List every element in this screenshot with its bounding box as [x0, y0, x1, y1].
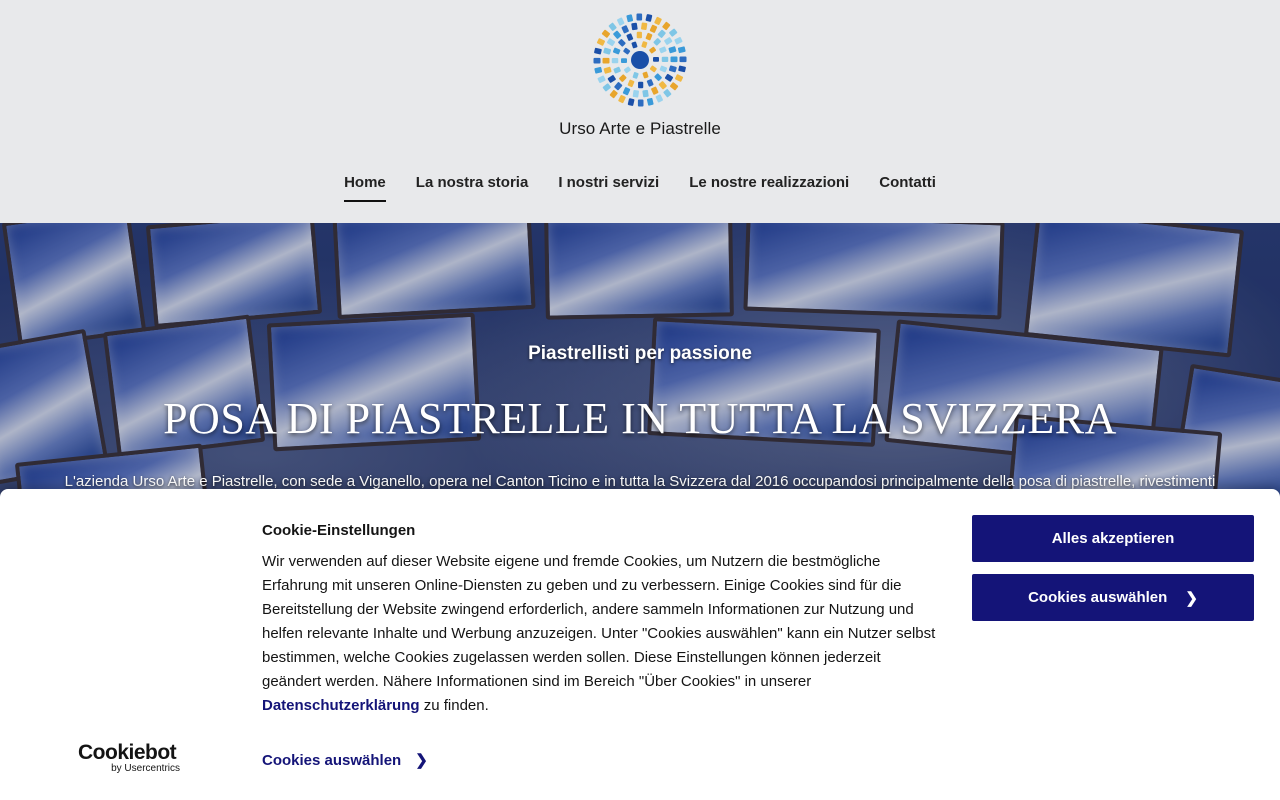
nav-item-contatti[interactable]: Contatti — [879, 174, 936, 202]
nav-item-home[interactable]: Home — [344, 174, 386, 202]
cookie-text-suffix: zu finden. — [423, 697, 489, 714]
privacy-policy-link[interactable]: Datenschutzerklärung — [262, 697, 420, 714]
hero-intro-text: L'azienda Urso Arte e Piastrelle, con se… — [64, 473, 1216, 490]
select-cookies-link-label: Cookies auswählen — [262, 752, 402, 769]
select-cookies-link[interactable]: Cookies auswählen ❯ — [262, 751, 428, 769]
chevron-right-icon: ❯ — [415, 752, 428, 769]
cookiebot-logo-subtext: by Usercentrics — [111, 763, 180, 774]
nav-item-i-nostri-servizi[interactable]: I nostri servizi — [558, 174, 659, 202]
cookie-consent-banner: Cookiebot by Usercentrics Cookie-Einstel… — [0, 489, 1280, 800]
accept-all-button[interactable]: Alles akzeptieren — [972, 515, 1254, 562]
main-navigation: Home La nostra storia I nostri servizi L… — [0, 174, 1280, 202]
select-cookies-button[interactable]: Cookies auswählen ❯ — [972, 574, 1254, 621]
cookie-text-body: Wir verwenden auf dieser Website eigene … — [262, 553, 936, 690]
site-brand-name[interactable]: Urso Arte e Piastrelle — [0, 119, 1280, 139]
chevron-right-icon: ❯ — [1185, 589, 1198, 607]
nav-item-le-nostre-realizzazioni[interactable]: Le nostre realizzazioni — [689, 174, 849, 202]
mosaic-logo-icon[interactable] — [590, 10, 690, 110]
select-cookies-button-label: Cookies auswählen — [1028, 589, 1168, 606]
site-header: Urso Arte e Piastrelle Home La nostra st… — [0, 0, 1280, 223]
cookiebot-logo-text: Cookiebot — [78, 741, 177, 764]
cookie-banner-text: Wir verwenden auf dieser Website eigene … — [262, 550, 942, 718]
hero-kicker: Piastrellisti per passione — [528, 343, 752, 364]
cookiebot-logo: Cookiebot by Usercentrics — [78, 742, 188, 774]
cookie-banner-title: Cookie-Einstellungen — [262, 522, 416, 539]
hero-title: POSA DI PIASTRELLE IN TUTTA LA SVIZZERA — [163, 394, 1117, 443]
nav-item-la-nostra-storia[interactable]: La nostra storia — [416, 174, 529, 202]
